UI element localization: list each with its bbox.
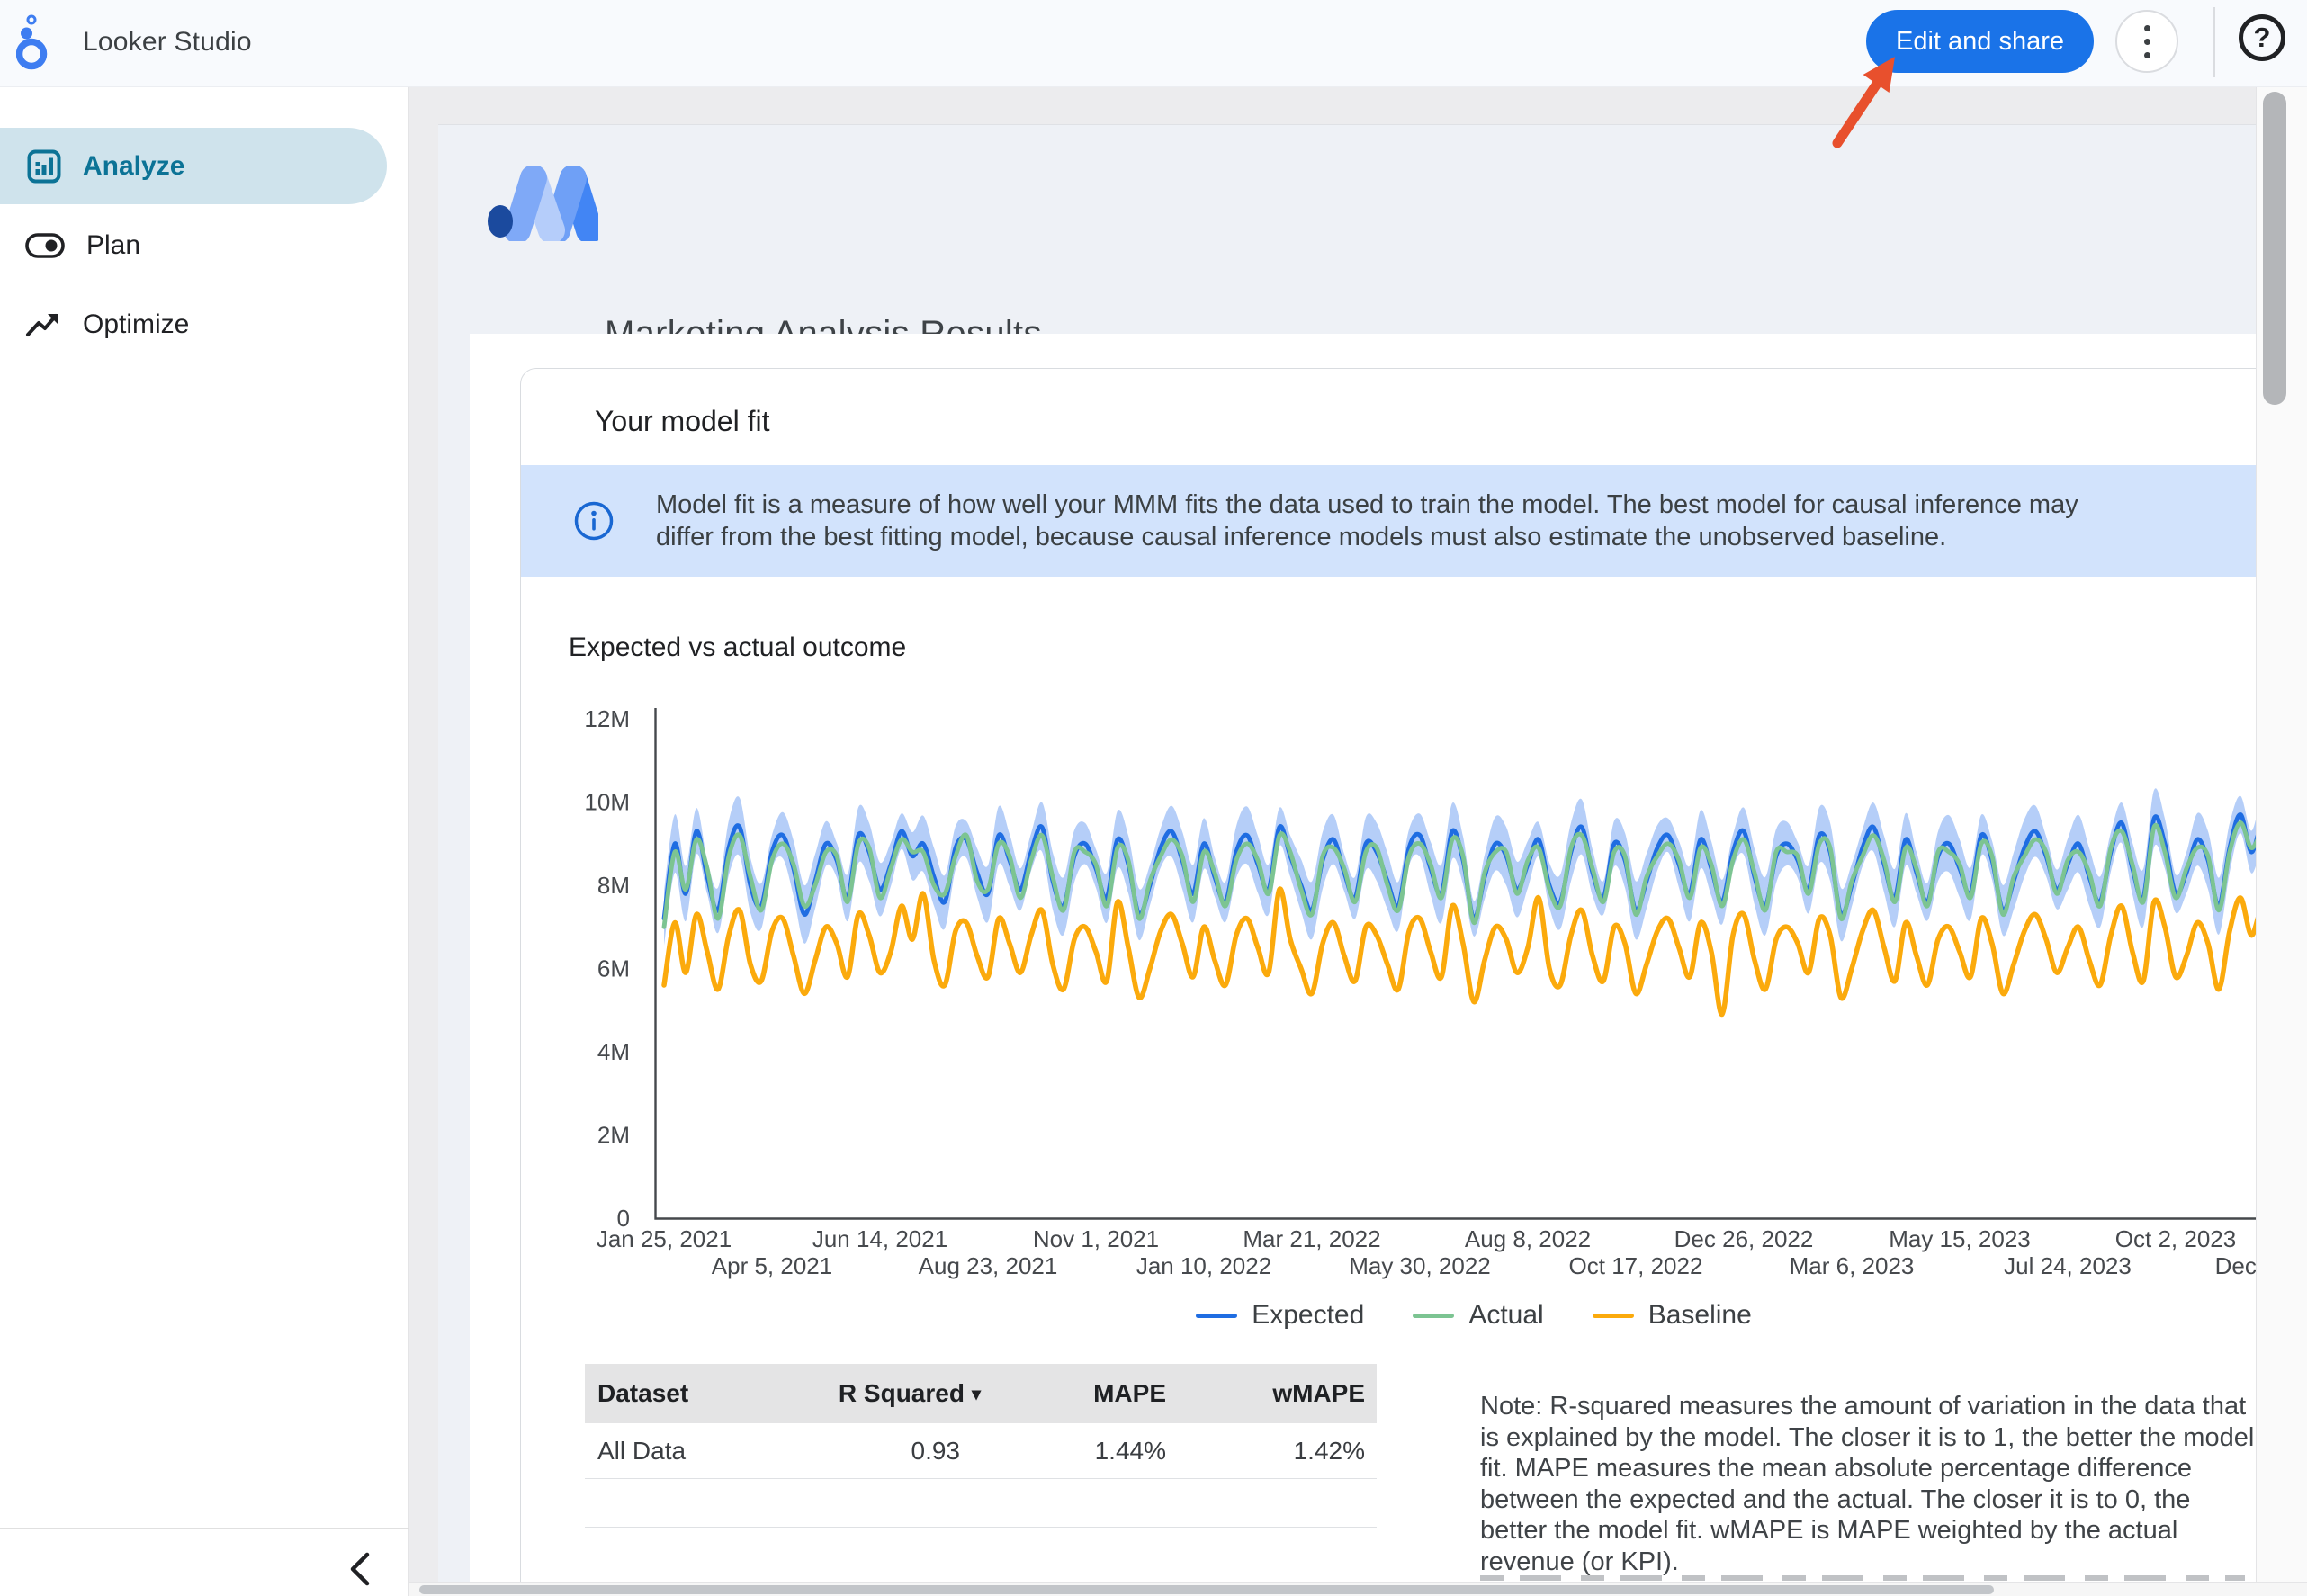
more-options-button[interactable] <box>2115 10 2178 73</box>
sidebar-item-plan[interactable]: Plan <box>0 219 387 273</box>
vertical-scrollbar-thumb[interactable] <box>2263 92 2286 405</box>
legend-item-actual[interactable]: Actual <box>1413 1300 1543 1331</box>
cell-dataset: All Data <box>585 1437 828 1466</box>
note-text: Note: R-squared measures the amount of v… <box>1480 1391 2256 1578</box>
looker-studio-logo-icon <box>16 13 63 72</box>
question-mark-icon: ? <box>2254 22 2271 54</box>
legend-item-baseline[interactable]: Baseline <box>1593 1300 1752 1331</box>
table-header-row: Dataset R Squared ▾ MAPE wMAPE <box>585 1364 1377 1423</box>
cell-wmape: 1.42% <box>1183 1437 1377 1466</box>
svg-text:Mar 21, 2022: Mar 21, 2022 <box>1243 1225 1380 1252</box>
bar-chart-icon <box>27 149 61 184</box>
chevron-left-icon <box>344 1548 376 1590</box>
svg-text:Oct 17, 2022: Oct 17, 2022 <box>1569 1252 1703 1279</box>
app-title: Looker Studio <box>83 27 252 58</box>
svg-text:Aug 23, 2021: Aug 23, 2021 <box>919 1252 1058 1279</box>
edit-and-share-label: Edit and share <box>1896 27 2064 57</box>
vertical-scrollbar[interactable] <box>2256 87 2307 1596</box>
svg-text:May 30, 2022: May 30, 2022 <box>1349 1252 1491 1279</box>
report-viewport: Marketing Analysis Results Your model fi… <box>438 124 2256 1582</box>
trending-up-icon <box>25 309 61 340</box>
legend-label: Expected <box>1252 1300 1364 1331</box>
sidebar-item-analyze[interactable]: Analyze <box>0 128 387 204</box>
help-button[interactable]: ? <box>2239 14 2285 61</box>
svg-text:Aug 8, 2022: Aug 8, 2022 <box>1465 1225 1591 1252</box>
svg-text:Jan 10, 2022: Jan 10, 2022 <box>1136 1252 1271 1279</box>
sidebar-item-label: Analyze <box>83 151 184 182</box>
legend-label: Actual <box>1468 1300 1543 1331</box>
chart-legend: Expected Actual Baseline <box>1024 1300 1924 1331</box>
svg-text:Apr 5, 2021: Apr 5, 2021 <box>712 1252 832 1279</box>
svg-text:Dec 26, 2022: Dec 26, 2022 <box>1674 1225 1814 1252</box>
sidebar-item-optimize[interactable]: Optimize <box>0 298 387 352</box>
svg-text:4M: 4M <box>597 1038 630 1065</box>
clipped-next-paragraph <box>1480 1575 2245 1581</box>
svg-text:12M: 12M <box>584 705 630 732</box>
svg-text:Oct 2, 2023: Oct 2, 2023 <box>2115 1225 2236 1252</box>
toggle-icon <box>25 233 65 258</box>
svg-text:6M: 6M <box>597 955 630 982</box>
svg-text:Mar 6, 2023: Mar 6, 2023 <box>1790 1252 1915 1279</box>
column-header-mape[interactable]: MAPE <box>981 1379 1183 1408</box>
edit-and-share-button[interactable]: Edit and share <box>1866 10 2094 73</box>
column-header-label: R Squared <box>839 1379 965 1408</box>
cell-r-squared: 0.93 <box>828 1437 981 1466</box>
sidebar-item-label: Plan <box>86 230 140 261</box>
svg-text:Dec 11, 2023: Dec 11, 2023 <box>2215 1252 2256 1279</box>
meridian-logo-icon <box>487 166 598 241</box>
column-header-r-squared[interactable]: R Squared ▾ <box>828 1379 981 1408</box>
table-empty-row <box>585 1479 1377 1528</box>
kebab-dot-icon <box>2144 52 2150 58</box>
legend-item-expected[interactable]: Expected <box>1196 1300 1364 1331</box>
sidebar-divider <box>0 1528 409 1529</box>
legend-label: Baseline <box>1648 1300 1752 1331</box>
column-header-dataset[interactable]: Dataset <box>585 1379 828 1408</box>
actual-line-swatch-icon <box>1413 1314 1454 1318</box>
kebab-dot-icon <box>2144 25 2150 31</box>
sidebar: Analyze Plan Optimize <box>0 87 409 1596</box>
info-icon <box>573 500 615 542</box>
svg-text:2M: 2M <box>597 1122 630 1149</box>
cell-mape: 1.44% <box>981 1437 1183 1466</box>
expected-line-swatch-icon <box>1196 1314 1237 1318</box>
expected-vs-actual-chart[interactable]: 12M10M8M6M4M2M0Jan 25, 2021Apr 5, 2021Ju… <box>450 685 2256 1368</box>
kebab-dot-icon <box>2144 39 2150 45</box>
svg-text:10M: 10M <box>584 789 630 816</box>
svg-text:Nov 1, 2021: Nov 1, 2021 <box>1033 1225 1159 1252</box>
baseline-line-swatch-icon <box>1593 1314 1634 1318</box>
table-row[interactable]: All Data 0.93 1.44% 1.42% <box>585 1423 1377 1479</box>
chart-title: Expected vs actual outcome <box>569 632 906 663</box>
svg-text:Jan 25, 2021: Jan 25, 2021 <box>597 1225 732 1252</box>
collapse-sidebar-button[interactable] <box>335 1545 385 1595</box>
horizontal-scrollbar-thumb[interactable] <box>419 1585 1994 1594</box>
column-header-wmape[interactable]: wMAPE <box>1183 1379 1377 1408</box>
info-banner: Model fit is a measure of how well your … <box>521 465 2256 577</box>
svg-text:8M: 8M <box>597 872 630 899</box>
sidebar-item-label: Optimize <box>83 309 189 340</box>
horizontal-scrollbar[interactable] <box>409 1582 2307 1596</box>
sort-desc-icon: ▾ <box>972 1383 981 1405</box>
top-bar: Looker Studio Edit and share ? <box>0 0 2307 87</box>
svg-text:Jul 24, 2023: Jul 24, 2023 <box>2004 1252 2132 1279</box>
svg-text:Jun 14, 2021: Jun 14, 2021 <box>812 1225 947 1252</box>
card-title: Your model fit <box>595 405 769 438</box>
info-banner-text: Model fit is a measure of how well your … <box>656 489 2123 554</box>
svg-text:May 15, 2023: May 15, 2023 <box>1889 1225 2031 1252</box>
topbar-divider <box>2213 7 2215 77</box>
model-fit-table: Dataset R Squared ▾ MAPE wMAPE All Data … <box>585 1364 1377 1528</box>
